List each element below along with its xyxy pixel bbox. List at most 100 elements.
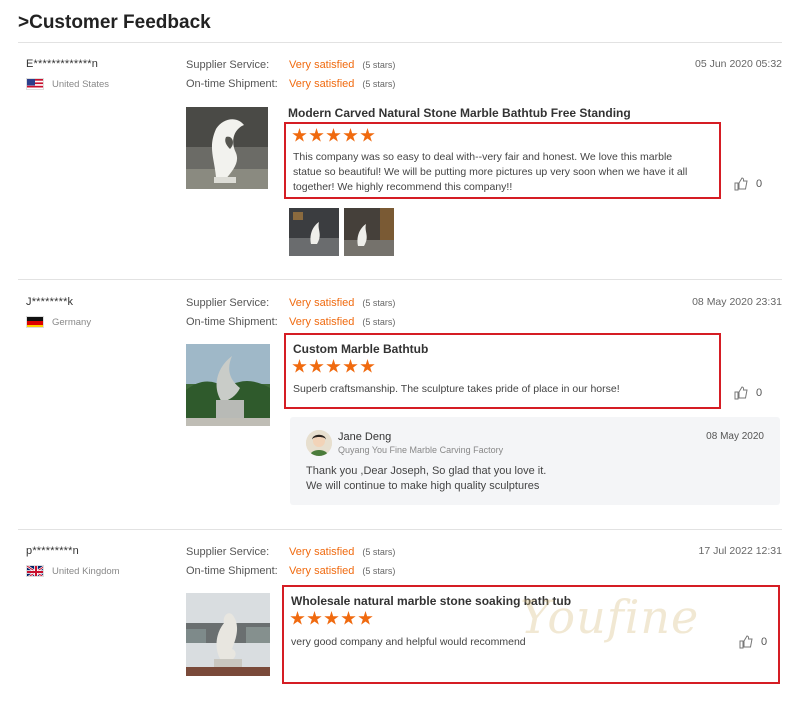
country-label: United Kingdom — [52, 565, 120, 577]
customer-country: Germany — [26, 316, 91, 328]
customer-country: United Kingdom — [26, 565, 120, 577]
review-text-line: very good company and helpful would reco… — [291, 636, 526, 648]
review-date: 08 May 2020 23:31 — [692, 296, 782, 308]
customer-name: E*************n — [26, 58, 99, 70]
review-text: very good company and helpful would reco… — [291, 635, 526, 650]
star-icon — [307, 611, 322, 625]
like-button[interactable]: 0 — [734, 386, 762, 400]
review-date: 05 Jun 2020 05:32 — [695, 58, 782, 70]
reply-text-line: Thank you ,Dear Joseph, So glad that you… — [306, 465, 547, 477]
supplier-service-value: Very satisfied — [289, 59, 355, 71]
shipment-label: On-time Shipment: — [186, 316, 278, 328]
shipment-rating: On-time Shipment: Very satisfied (5 star… — [186, 316, 395, 328]
review-item: E*************n United States Supplier S… — [18, 52, 782, 280]
shipment-value: Very satisfied — [289, 565, 355, 577]
star-icon — [343, 128, 358, 142]
star-icon — [309, 128, 324, 142]
reply-author: Jane Deng — [338, 431, 392, 443]
review-text: This company was so easy to deal with--v… — [293, 150, 687, 195]
reply-text-line: We will continue to make high quality sc… — [306, 480, 540, 492]
customer-name: p*********n — [26, 545, 79, 557]
shipment-stars: (5 stars) — [362, 79, 396, 89]
review-text-line: statue so beautiful! We will be putting … — [293, 166, 688, 178]
review-date: 17 Jul 2022 12:31 — [698, 545, 783, 557]
thumbs-up-icon — [739, 635, 753, 649]
product-title[interactable]: Custom Marble Bathtub — [293, 342, 428, 356]
product-title[interactable]: Wholesale natural marble stone soaking b… — [291, 594, 571, 608]
star-icon — [326, 128, 341, 142]
review-divider — [18, 279, 782, 280]
supplier-service-label: Supplier Service: — [186, 59, 270, 71]
like-count: 0 — [761, 636, 768, 648]
supplier-service-label: Supplier Service: — [186, 297, 270, 309]
star-icon — [343, 359, 358, 373]
thumbs-up-icon — [734, 386, 748, 400]
customer-country: United States — [26, 78, 109, 90]
review-text-line: Superb craftsmanship. The sculpture take… — [293, 383, 620, 395]
page-title: >Customer Feedback — [18, 12, 211, 33]
product-image[interactable] — [186, 344, 270, 426]
shipment-stars: (5 stars) — [362, 317, 396, 327]
flag-us-icon — [26, 78, 44, 90]
like-button[interactable]: 0 — [734, 177, 762, 191]
supplier-service-stars: (5 stars) — [362, 298, 396, 308]
star-icon — [309, 359, 324, 373]
reply-company: Quyang You Fine Marble Carving Factory — [338, 445, 504, 455]
shipment-rating: On-time Shipment: Very satisfied (5 star… — [186, 565, 395, 577]
star-icon — [292, 359, 307, 373]
shipment-rating: On-time Shipment: Very satisfied (5 star… — [186, 78, 395, 90]
star-icon — [290, 611, 305, 625]
product-title[interactable]: Modern Carved Natural Stone Marble Batht… — [288, 106, 631, 120]
like-count: 0 — [756, 178, 763, 190]
supplier-service-value: Very satisfied — [289, 297, 355, 309]
supplier-service-rating: Supplier Service: Very satisfied (5 star… — [186, 297, 395, 309]
shipment-label: On-time Shipment: — [186, 78, 278, 90]
product-image[interactable] — [186, 107, 268, 189]
review-photo[interactable] — [289, 208, 339, 256]
customer-name: J********k — [26, 296, 74, 308]
shipment-stars: (5 stars) — [362, 566, 396, 576]
flag-uk-icon — [26, 565, 44, 577]
star-icon — [360, 359, 375, 373]
review-stars — [290, 611, 373, 626]
review-item: p*********n United Kingdom Supplier Serv… — [18, 538, 782, 698]
shipment-value: Very satisfied — [289, 78, 355, 90]
star-icon — [326, 359, 341, 373]
supplier-service-label: Supplier Service: — [186, 546, 270, 558]
review-content-highlight: Custom Marble Bathtub Superb craftsmansh… — [284, 333, 721, 409]
review-text-line: together! We highly recommend this compa… — [293, 181, 513, 193]
supplier-service-stars: (5 stars) — [362, 547, 396, 557]
like-button[interactable]: 0 — [739, 635, 767, 649]
review-item: J********k Germany Supplier Service: Ver… — [18, 288, 782, 530]
flag-de-icon — [26, 316, 44, 328]
shipment-value: Very satisfied — [289, 316, 355, 328]
review-text: Superb craftsmanship. The sculpture take… — [293, 382, 620, 397]
country-label: Germany — [52, 316, 92, 328]
star-icon — [324, 611, 339, 625]
review-stars — [292, 128, 375, 143]
review-stars — [292, 359, 375, 374]
reply-text: Thank you ,Dear Joseph, So glad that you… — [306, 464, 546, 494]
reply-date: 08 May 2020 — [706, 431, 764, 442]
country-label: United States — [52, 78, 110, 90]
avatar — [306, 430, 332, 456]
review-text-line: This company was so easy to deal with--v… — [293, 151, 673, 163]
review-content-highlight: Wholesale natural marble stone soaking b… — [282, 585, 780, 684]
supplier-service-value: Very satisfied — [289, 546, 355, 558]
supplier-reply: Jane Deng Quyang You Fine Marble Carving… — [290, 417, 780, 505]
star-icon — [358, 611, 373, 625]
supplier-service-rating: Supplier Service: Very satisfied (5 star… — [186, 546, 395, 558]
title-divider — [18, 42, 782, 43]
supplier-service-rating: Supplier Service: Very satisfied (5 star… — [186, 59, 395, 71]
review-divider — [18, 529, 782, 530]
supplier-service-stars: (5 stars) — [362, 60, 396, 70]
thumbs-up-icon — [734, 177, 748, 191]
star-icon — [292, 128, 307, 142]
review-content-highlight: Modern Carved Natural Stone Marble Batht… — [284, 106, 721, 199]
star-icon — [341, 611, 356, 625]
review-photo[interactable] — [344, 208, 394, 256]
product-image[interactable] — [186, 593, 270, 676]
star-icon — [360, 128, 375, 142]
like-count: 0 — [756, 387, 763, 399]
shipment-label: On-time Shipment: — [186, 565, 278, 577]
